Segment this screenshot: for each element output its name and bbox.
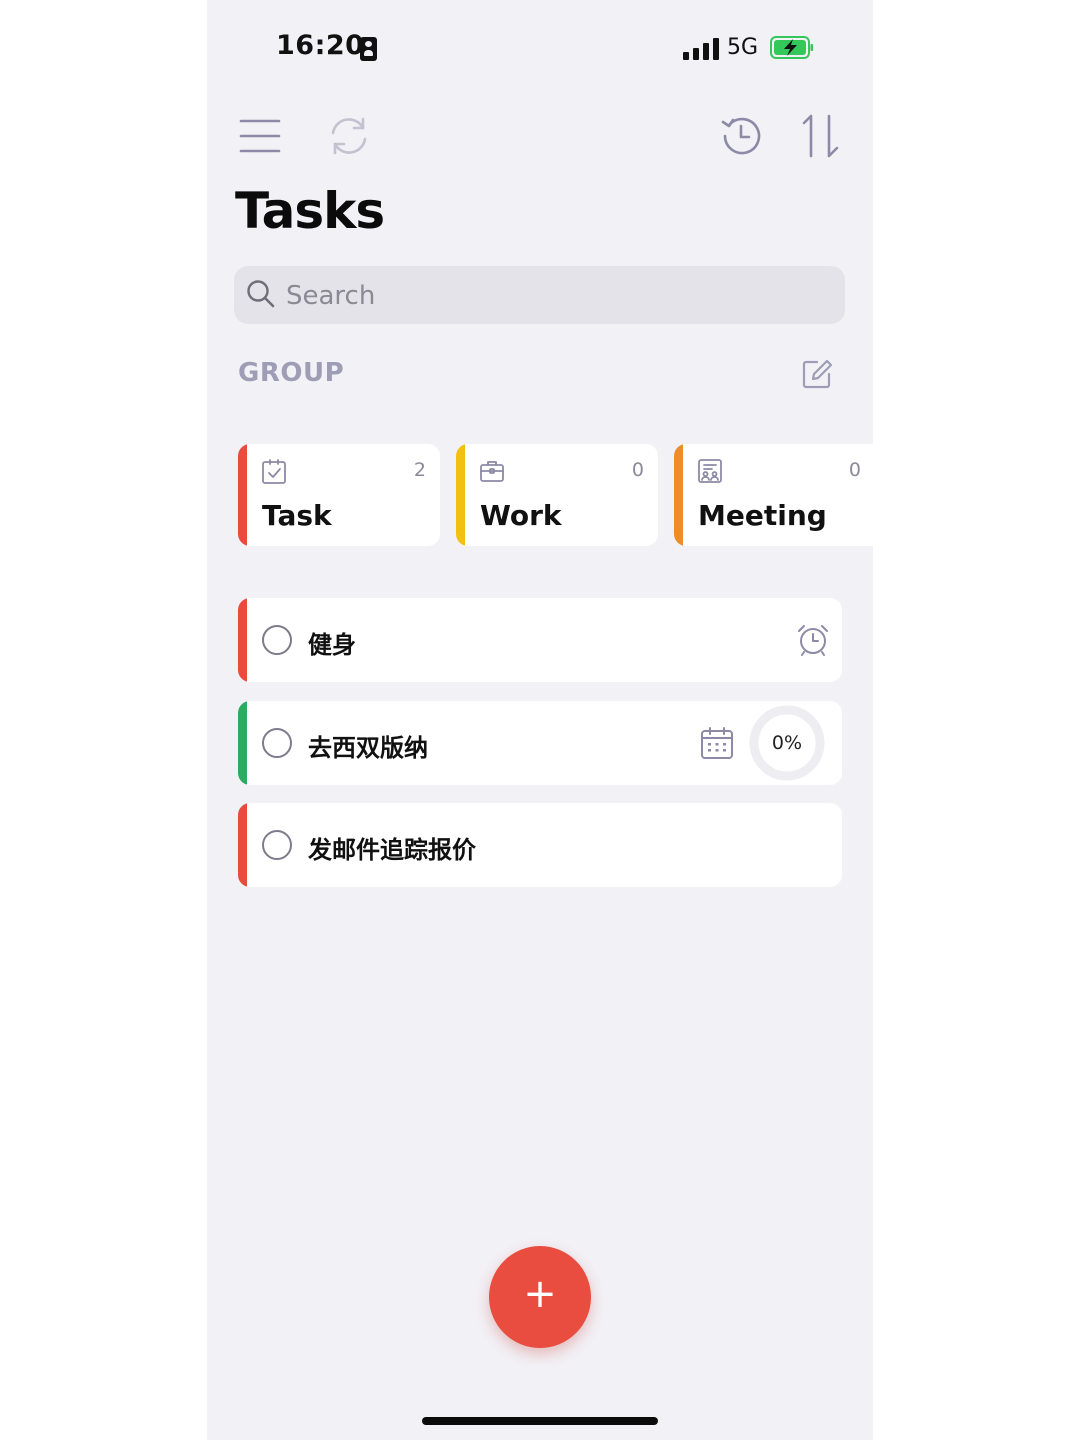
group-section-label: GROUP bbox=[238, 358, 345, 388]
menu-icon[interactable] bbox=[238, 113, 284, 159]
briefcase-icon bbox=[480, 461, 504, 482]
phone-screen: 16:20 5G Tasks Search GROUP 2 Task 0 Wor… bbox=[207, 0, 873, 1440]
page-title: Tasks bbox=[235, 182, 385, 240]
edit-icon[interactable] bbox=[801, 358, 833, 390]
group-color-bar bbox=[456, 444, 465, 546]
search-bar[interactable] bbox=[234, 266, 845, 324]
task-progress: 0% bbox=[749, 705, 825, 781]
calendar-icon[interactable] bbox=[699, 725, 735, 761]
contact-card-icon bbox=[360, 37, 377, 61]
task-row[interactable]: 健身 bbox=[238, 598, 842, 682]
search-input[interactable] bbox=[284, 278, 828, 314]
group-count: 0 bbox=[631, 459, 644, 481]
task-color-bar bbox=[238, 803, 247, 887]
progress-percent: 0% bbox=[771, 732, 803, 754]
group-count: 2 bbox=[413, 459, 426, 481]
group-name: Meeting bbox=[698, 499, 827, 532]
home-indicator bbox=[422, 1417, 658, 1425]
sort-icon[interactable] bbox=[797, 113, 843, 159]
network-type: 5G bbox=[727, 35, 759, 60]
sync-icon[interactable] bbox=[326, 113, 372, 159]
task-title: 健身 bbox=[308, 631, 356, 659]
alarm-icon[interactable] bbox=[795, 622, 831, 658]
group-card-work[interactable]: 0 Work bbox=[456, 444, 658, 546]
checklist-icon bbox=[262, 459, 286, 484]
task-color-bar bbox=[238, 598, 247, 682]
group-name: Work bbox=[480, 499, 562, 532]
group-card-task[interactable]: 2 Task bbox=[238, 444, 440, 546]
task-color-bar bbox=[238, 701, 247, 785]
task-title: 发邮件追踪报价 bbox=[308, 836, 476, 864]
group-count: 0 bbox=[848, 459, 861, 481]
group-color-bar bbox=[238, 444, 247, 546]
battery-charging-icon bbox=[770, 36, 813, 59]
task-checkbox[interactable] bbox=[262, 830, 292, 860]
task-title: 去西双版纳 bbox=[308, 734, 428, 762]
group-card-meeting[interactable]: 0 Meeting bbox=[674, 444, 873, 546]
history-icon[interactable] bbox=[718, 113, 764, 159]
status-time: 16:20 bbox=[276, 30, 365, 61]
task-row[interactable]: 发邮件追踪报价 bbox=[238, 803, 842, 887]
task-row[interactable]: 去西双版纳 0% bbox=[238, 701, 842, 785]
search-icon bbox=[247, 280, 275, 308]
plus-icon: + bbox=[523, 1271, 557, 1317]
task-checkbox[interactable] bbox=[262, 728, 292, 758]
task-checkbox[interactable] bbox=[262, 625, 292, 655]
group-color-bar bbox=[674, 444, 683, 546]
meeting-icon bbox=[698, 459, 722, 483]
add-task-button[interactable]: + bbox=[489, 1246, 591, 1348]
signal-icon bbox=[683, 38, 719, 60]
group-name: Task bbox=[262, 499, 332, 532]
